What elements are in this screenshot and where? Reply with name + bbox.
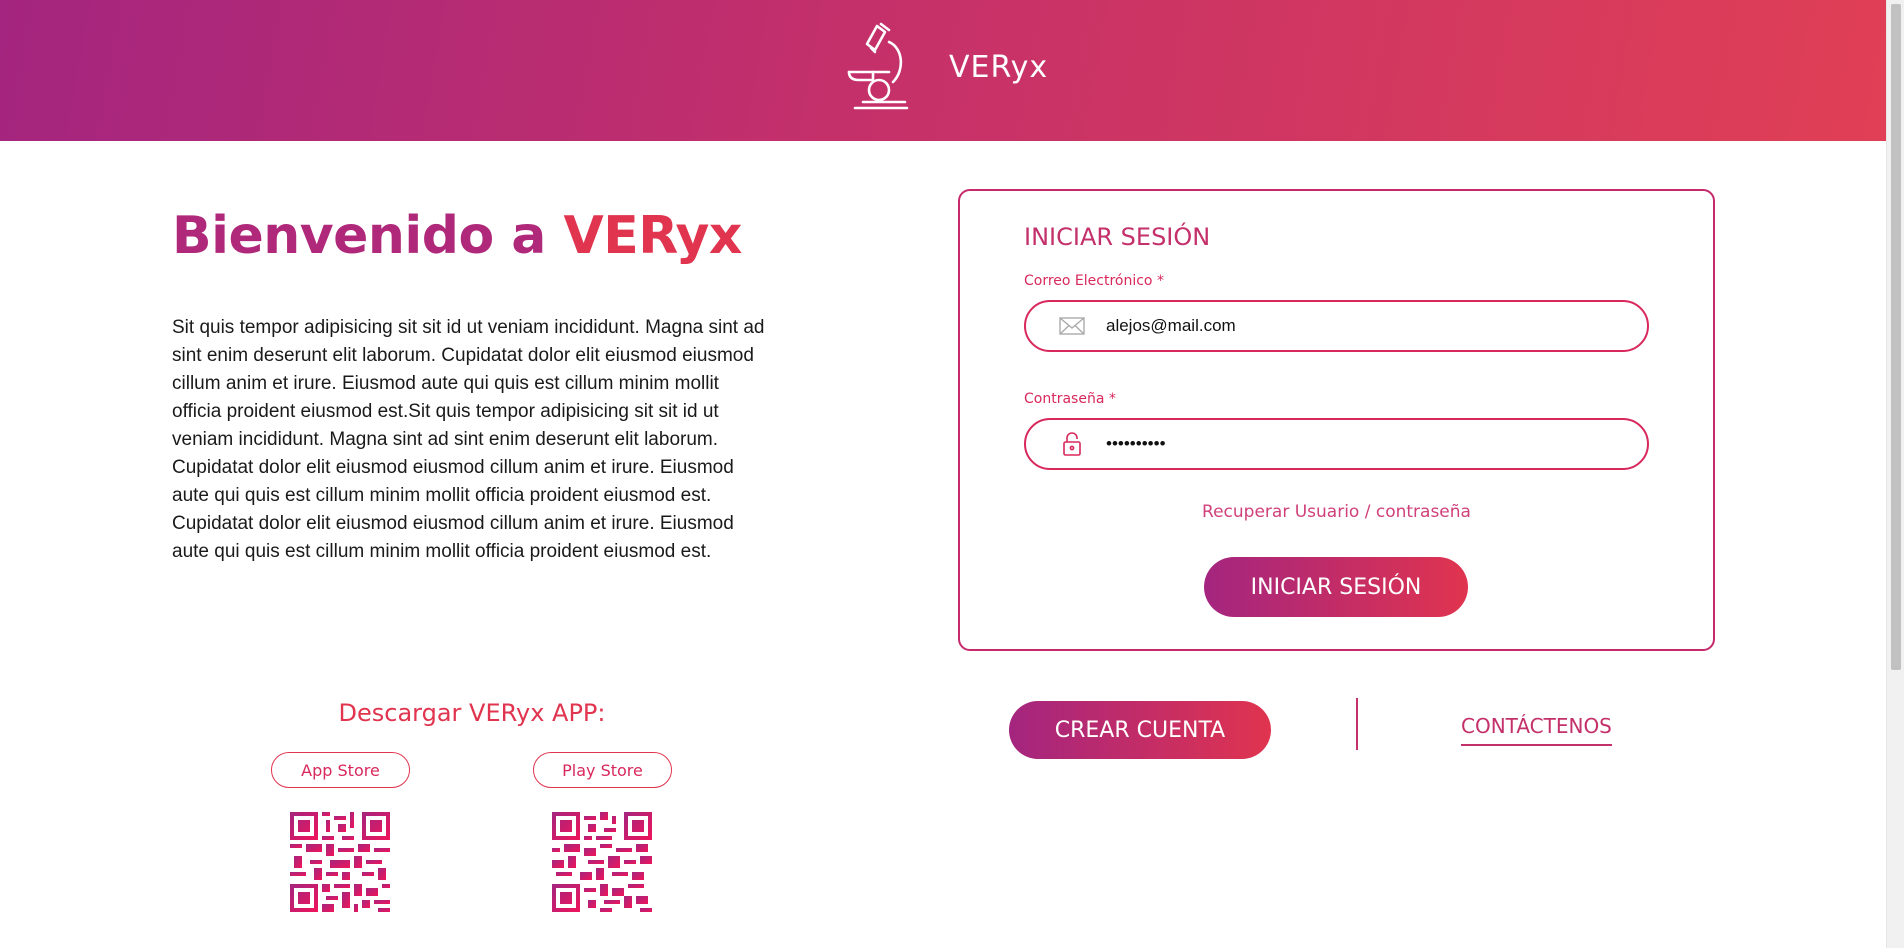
- play-store-button[interactable]: Play Store: [533, 752, 672, 788]
- envelope-icon: [1059, 317, 1085, 335]
- header-bar: VERyx: [0, 0, 1886, 141]
- login-submit-button[interactable]: INICIAR SESIÓN: [1204, 557, 1468, 617]
- padlock-icon: [1063, 432, 1081, 456]
- create-account-button[interactable]: CREAR CUENTA: [1009, 701, 1271, 759]
- app-store-qr-code: [290, 812, 390, 912]
- microscope-icon: [847, 22, 909, 110]
- login-title: INICIAR SESIÓN: [1024, 223, 1211, 251]
- password-field[interactable]: ••••••••••: [1024, 418, 1649, 470]
- welcome-brand: VERyx: [563, 206, 743, 266]
- intro-paragraph: Sit quis tempor adipisicing sit sit id u…: [172, 317, 765, 562]
- vertical-divider: [1356, 698, 1358, 750]
- play-store-qr-code: [552, 812, 652, 912]
- brand-name: VERyx: [949, 49, 1049, 85]
- email-value[interactable]: alejos@mail.com: [1106, 316, 1606, 336]
- welcome-heading: Bienvenido a VERyx: [172, 206, 742, 266]
- vertical-scrollbar[interactable]: [1886, 0, 1904, 948]
- scrollbar-thumb[interactable]: [1891, 4, 1901, 670]
- download-title: Descargar VERyx APP:: [338, 699, 606, 727]
- email-label: Correo Electrónico *: [1024, 273, 1164, 289]
- recover-password-link[interactable]: Recuperar Usuario / contraseña: [1024, 502, 1649, 522]
- welcome-prefix: Bienvenido a: [172, 206, 564, 266]
- password-value[interactable]: ••••••••••: [1106, 434, 1606, 454]
- email-field[interactable]: alejos@mail.com: [1024, 300, 1649, 352]
- page: VERyx Bienvenido a VERyx Sit quis tempor…: [0, 0, 1904, 948]
- password-label: Contraseña *: [1024, 391, 1116, 407]
- contact-link[interactable]: CONTÁCTENOS: [1461, 714, 1612, 746]
- app-store-button[interactable]: App Store: [271, 752, 410, 788]
- brand[interactable]: VERyx: [845, 22, 1048, 112]
